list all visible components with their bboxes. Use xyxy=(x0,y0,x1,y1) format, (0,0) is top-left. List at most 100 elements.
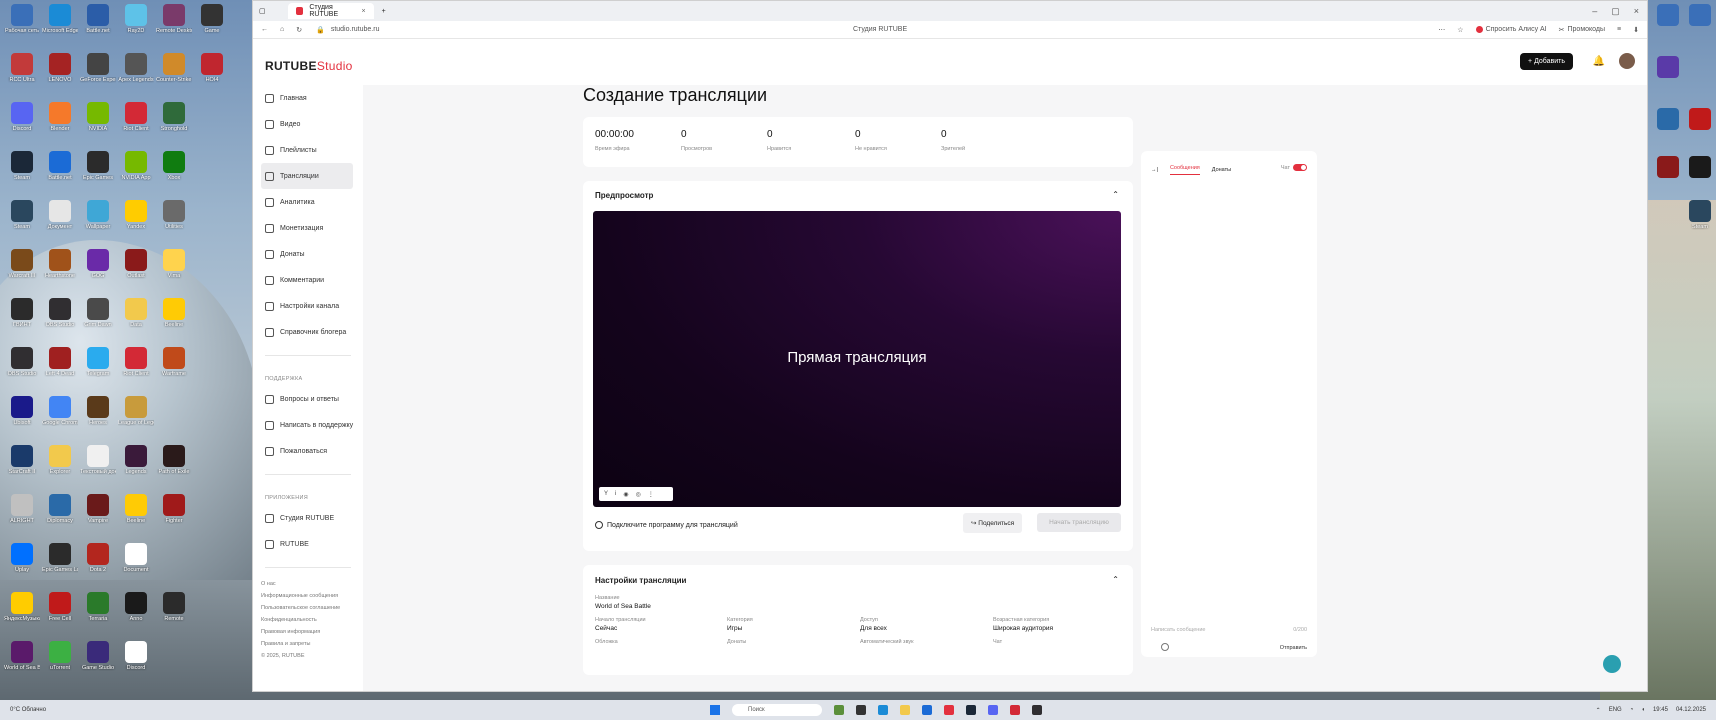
desktop-shortcut[interactable]: ALRIGHT xyxy=(4,494,40,538)
desktop-shortcut[interactable]: Left 4 Dead xyxy=(42,347,78,391)
notifications-bell-icon[interactable]: 🔔 xyxy=(1593,56,1605,67)
desktop-shortcut[interactable]: Steam xyxy=(4,200,40,244)
desktop-shortcut[interactable]: Vampire xyxy=(80,494,116,538)
desktop-shortcut[interactable]: NVIDIA App xyxy=(118,151,154,195)
desktop-shortcut[interactable]: Stronghold xyxy=(156,102,192,146)
sidebar-item-5[interactable]: Монетизация xyxy=(253,215,363,241)
sidebar-item-2[interactable]: Плейлисты xyxy=(253,137,363,163)
sidebar-support-item-0[interactable]: Вопросы и ответы xyxy=(253,386,363,412)
chat-toggle[interactable]: Чат xyxy=(1281,164,1307,171)
rutube-studio-logo[interactable]: RUTUBEStudio xyxy=(265,59,353,73)
desktop-shortcut[interactable]: LENOVO xyxy=(42,53,78,97)
desktop-shortcut[interactable]: Discord xyxy=(4,102,40,146)
desktop-shortcut[interactable]: Google Chrome xyxy=(42,396,78,440)
desktop-shortcut[interactable]: NVIDIA xyxy=(80,102,116,146)
desktop-shortcut[interactable]: Document xyxy=(118,543,154,587)
desktop-shortcut[interactable]: Ray2D xyxy=(118,4,154,48)
home-icon[interactable]: ⌂ xyxy=(280,26,284,34)
sidebar-app-item-1[interactable]: RUTUBE xyxy=(253,531,363,557)
footer-link[interactable]: Информационные сообщения xyxy=(253,590,363,602)
share-button[interactable]: ↪ Поделиться xyxy=(963,513,1023,533)
desktop-shortcut[interactable]: Legends xyxy=(118,445,154,489)
sidebar-item-7[interactable]: Комментарии xyxy=(253,267,363,293)
desktop-shortcut[interactable]: Riot Client xyxy=(118,102,154,146)
desktop-shortcut[interactable]: Path of Exile xyxy=(156,445,192,489)
desktop-shortcut[interactable]: OBS Studio xyxy=(42,298,78,342)
sidebar-item-6[interactable]: Донаты xyxy=(253,241,363,267)
desktop-shortcut[interactable]: Beeline xyxy=(156,298,192,342)
desktop-shortcut[interactable]: Yandex xyxy=(118,200,154,244)
yandex-browser-icon[interactable] xyxy=(944,705,954,715)
desktop-shortcut[interactable] xyxy=(1682,108,1716,152)
desktop-shortcut[interactable]: Warframe xyxy=(156,347,192,391)
desktop-shortcut[interactable]: Steam xyxy=(4,151,40,195)
desktop-shortcut[interactable]: Fighter xyxy=(156,494,192,538)
desktop-shortcut[interactable]: Diplomacy xyxy=(42,494,78,538)
desktop-shortcut[interactable]: Hearthstone xyxy=(42,249,78,293)
more-vertical-icon[interactable]: ⋮ xyxy=(648,491,654,498)
files-icon[interactable] xyxy=(900,705,910,715)
desktop-shortcut[interactable] xyxy=(1650,4,1686,48)
desktop-shortcut[interactable] xyxy=(1650,156,1686,200)
desktop-shortcut[interactable]: World of Sea Battle xyxy=(4,641,40,685)
sidebar-item-9[interactable]: Справочник блогера xyxy=(253,319,363,345)
tab-messages[interactable]: Сообщения xyxy=(1169,165,1200,175)
desktop-shortcut[interactable]: League of Legends xyxy=(118,396,154,440)
chat-input[interactable]: Написать сообщение 0/200 xyxy=(1151,627,1307,633)
sidebar-item-8[interactable]: Настройки канала xyxy=(253,293,363,319)
desktop-shortcut[interactable]: Data xyxy=(118,298,154,342)
steam-icon[interactable] xyxy=(966,705,976,715)
desktop-shortcut[interactable] xyxy=(1682,4,1716,48)
bookmark-icon[interactable]: ☆ xyxy=(1457,26,1463,34)
reload-icon[interactable]: ↻ xyxy=(296,26,302,34)
sidebar-item-0[interactable]: Главная xyxy=(253,85,363,111)
footer-link[interactable]: Правила и запреты xyxy=(253,638,363,650)
settings-field[interactable]: Категория Игры xyxy=(727,617,753,632)
discord-icon[interactable] xyxy=(988,705,998,715)
desktop-shortcut[interactable]: Anno xyxy=(118,592,154,636)
desktop-shortcut[interactable]: uTorrent xyxy=(42,641,78,685)
settings-field[interactable]: Автоматический звук xyxy=(860,639,914,647)
new-tab-icon[interactable]: + xyxy=(382,8,386,15)
store-icon[interactable] xyxy=(922,705,932,715)
desktop-shortcut[interactable]: Текстовый документ xyxy=(80,445,116,489)
tray-chevron-icon[interactable]: ⌃ xyxy=(1596,707,1601,714)
rutube-icon[interactable]: Y xyxy=(604,491,608,497)
collapse-chat-icon[interactable]: →| xyxy=(1151,167,1158,173)
chevron-up-icon[interactable]: ⌃ xyxy=(1112,190,1119,199)
taskbar-search[interactable]: Поиск xyxy=(732,704,822,716)
wifi-icon[interactable]: ◔ xyxy=(1630,707,1634,714)
footer-link[interactable]: Пользовательское соглашение xyxy=(253,602,363,614)
settings-field[interactable]: Донаты xyxy=(727,639,746,647)
desktop-shortcut[interactable]: Battle.net xyxy=(80,4,116,48)
desktop-shortcut[interactable]: Vima xyxy=(156,249,192,293)
sidebar-item-4[interactable]: Аналитика xyxy=(253,189,363,215)
desktop-shortcut[interactable]: Uplay xyxy=(4,543,40,587)
close-window-icon[interactable]: × xyxy=(1634,6,1639,17)
eye-icon[interactable]: ◉ xyxy=(623,491,628,498)
footer-link[interactable]: Правовая информация xyxy=(253,626,363,638)
downloads-icon[interactable]: ⬇ xyxy=(1633,26,1639,34)
desktop-shortcut[interactable]: Game xyxy=(194,4,230,48)
footer-link[interactable]: Конфиденциальность xyxy=(253,614,363,626)
settings-field[interactable]: Возрастная категория Широкая аудитория xyxy=(993,617,1053,632)
desktop-shortcut[interactable]: Epic Games xyxy=(80,151,116,195)
desktop-shortcut[interactable]: Counter-Strike 2 xyxy=(156,53,192,97)
desktop-shortcut[interactable]: Epic Games Launcher xyxy=(42,543,78,587)
desktop-shortcut[interactable] xyxy=(1650,56,1686,100)
desktop-shortcut[interactable]: Beeline xyxy=(118,494,154,538)
close-tab-icon[interactable]: × xyxy=(362,8,366,15)
settings-field[interactable]: Начало трансляции Сейчас xyxy=(595,617,646,632)
video-player[interactable]: Прямая трансляция Y i ◉ ◎ ⋮ xyxy=(593,211,1121,507)
sidebar-support-item-1[interactable]: Написать в поддержку xyxy=(253,412,363,438)
minimize-icon[interactable]: – xyxy=(1592,6,1597,17)
desktop-shortcut[interactable]: Discord xyxy=(118,641,154,685)
desktop-shortcut[interactable]: Steam xyxy=(1682,200,1716,244)
desktop-shortcut[interactable]: Blender xyxy=(42,102,78,146)
menu-icon[interactable]: ≡ xyxy=(1617,26,1621,33)
sidebar-support-item-2[interactable]: Пожаловаться xyxy=(253,438,363,464)
desktop-shortcut[interactable]: Free Cell xyxy=(42,592,78,636)
camera-icon[interactable]: ◎ xyxy=(636,491,641,498)
settings-field[interactable]: Обложка xyxy=(595,639,618,647)
desktop-shortcut[interactable]: Ubisoft xyxy=(4,396,40,440)
